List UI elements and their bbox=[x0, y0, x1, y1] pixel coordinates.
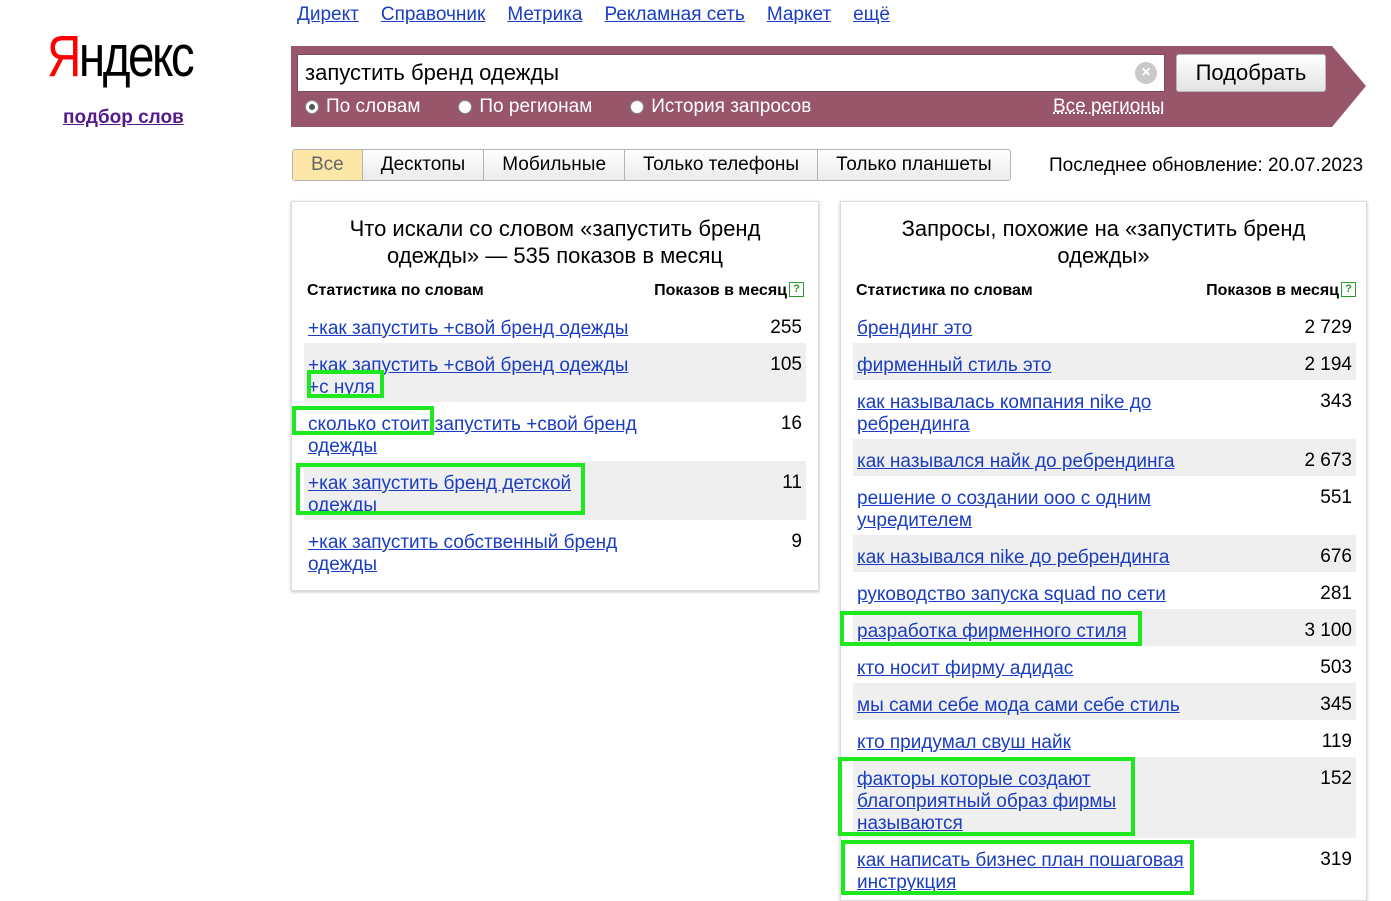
nav-more[interactable]: ещё bbox=[853, 4, 890, 26]
clear-icon[interactable]: × bbox=[1135, 62, 1157, 84]
right-col-count-label: Показов в месяц bbox=[1206, 282, 1339, 299]
count-value: 676 bbox=[1320, 546, 1352, 567]
right-col-count-header: Показов в месяц? bbox=[1206, 282, 1356, 300]
count-value: 9 bbox=[791, 531, 802, 552]
table-row: мы сами себе мода сами себе стиль 345 bbox=[853, 683, 1356, 720]
submit-button[interactable]: Подобрать bbox=[1176, 54, 1326, 92]
radio-by-words[interactable]: По словам bbox=[305, 96, 420, 118]
radio-icon bbox=[458, 100, 473, 114]
table-row: как называлась компания nike до ребренди… bbox=[853, 380, 1356, 439]
keyword-link[interactable]: как назывался найк до ребрендинга bbox=[857, 451, 1197, 473]
nav-ad-network[interactable]: Рекламная сеть bbox=[605, 4, 745, 26]
highlight-box bbox=[838, 757, 1135, 836]
keyword-link[interactable]: кто носит фирму адидас bbox=[857, 658, 1197, 680]
left-panel-title: Что искали со словом «запустить бренд од… bbox=[349, 216, 761, 268]
keyword-link[interactable]: фирменный стиль это bbox=[857, 355, 1197, 377]
count-value: 11 bbox=[782, 472, 802, 493]
table-row: кто носит фирму адидас 503 bbox=[853, 646, 1356, 683]
keyword-link[interactable]: брендинг это bbox=[857, 318, 1197, 340]
count-value: 255 bbox=[770, 317, 802, 338]
search-query-text[interactable]: запустить бренд одежды bbox=[305, 60, 559, 86]
right-panel-title: Запросы, похожие на «запустить бренд оде… bbox=[901, 216, 1306, 268]
left-col-count-label: Показов в месяц bbox=[654, 282, 787, 299]
radio-icon bbox=[630, 100, 645, 114]
highlight-box bbox=[840, 611, 1142, 646]
keyword-link[interactable]: решение о создании ооо с одним учредител… bbox=[857, 488, 1177, 532]
table-row: как назывался найк до ребрендинга 2 673 bbox=[853, 439, 1356, 476]
count-value: 2 194 bbox=[1304, 354, 1352, 375]
device-tabs: Все Десктопы Мобильные Только телефоны Т… bbox=[292, 149, 1011, 181]
all-regions-link[interactable]: Все регионы bbox=[1053, 96, 1164, 118]
wordstat-subtitle-link[interactable]: подбор слов bbox=[63, 107, 184, 129]
left-col-count-header: Показов в месяц? bbox=[654, 282, 804, 300]
tab-tablets-only[interactable]: Только планшеты bbox=[817, 150, 1010, 180]
nav-help[interactable]: Справочник bbox=[381, 4, 486, 26]
radio-selected-icon bbox=[305, 100, 319, 114]
radio-label: История запросов bbox=[651, 96, 812, 117]
keyword-link[interactable]: +как запустить +свой бренд одежды bbox=[308, 318, 648, 340]
tab-all[interactable]: Все bbox=[293, 150, 362, 180]
nav-direct[interactable]: Директ bbox=[297, 4, 359, 26]
table-row: +как запустить собственный бренд одежды … bbox=[304, 520, 806, 579]
yandex-logo[interactable]: Яндекс bbox=[47, 28, 195, 86]
count-value: 345 bbox=[1320, 694, 1352, 715]
table-row: решение о создании ооо с одним учредител… bbox=[853, 476, 1356, 535]
search-mode-radios: По словам По регионам История запросов bbox=[305, 96, 849, 118]
highlight-box bbox=[296, 463, 585, 515]
nav-market[interactable]: Маркет bbox=[767, 4, 831, 26]
radio-history[interactable]: История запросов bbox=[630, 96, 811, 118]
radio-by-regions[interactable]: По регионам bbox=[458, 96, 592, 118]
count-value: 105 bbox=[770, 354, 802, 375]
nav-metrika[interactable]: Метрика bbox=[507, 4, 582, 26]
left-col-keyword-header: Статистика по словам bbox=[307, 282, 484, 299]
count-value: 503 bbox=[1320, 657, 1352, 678]
count-value: 2 729 bbox=[1304, 317, 1352, 338]
table-row: брендинг это 2 729 bbox=[853, 306, 1356, 343]
keyword-link[interactable]: как назывался nike до ребрендинга bbox=[857, 547, 1197, 569]
right-col-keyword-header: Статистика по словам bbox=[856, 282, 1033, 299]
highlight-box bbox=[841, 840, 1194, 895]
tab-phones-only[interactable]: Только телефоны bbox=[624, 150, 817, 180]
last-update-text: Последнее обновление: 20.07.2023 bbox=[1049, 155, 1364, 176]
table-row: +как запустить +свой бренд одежды 255 bbox=[304, 306, 806, 343]
count-value: 551 bbox=[1320, 487, 1352, 508]
keyword-link[interactable]: руководство запуска squad по сети bbox=[857, 584, 1197, 606]
radio-label: По словам bbox=[326, 96, 421, 117]
count-value: 343 bbox=[1320, 391, 1352, 412]
count-value: 16 bbox=[780, 413, 802, 434]
top-nav: Директ Справочник Метрика Рекламная сеть… bbox=[297, 4, 890, 26]
help-icon[interactable]: ? bbox=[1341, 282, 1356, 297]
highlight-box bbox=[307, 370, 384, 398]
keyword-link[interactable]: кто придумал свуш найк bbox=[857, 732, 1197, 754]
count-value: 319 bbox=[1320, 849, 1352, 870]
count-value: 3 100 bbox=[1304, 620, 1352, 641]
help-icon[interactable]: ? bbox=[789, 282, 804, 297]
tab-mobile[interactable]: Мобильные bbox=[483, 150, 624, 180]
count-value: 2 673 bbox=[1304, 450, 1352, 471]
highlight-box bbox=[292, 406, 434, 435]
radio-label: По регионам bbox=[479, 96, 593, 117]
search-band-arrow bbox=[1332, 46, 1366, 127]
count-value: 281 bbox=[1320, 583, 1352, 604]
count-value: 152 bbox=[1320, 768, 1352, 789]
table-row: как назывался nike до ребрендинга 676 bbox=[853, 535, 1356, 572]
logo-first-letter: Я bbox=[47, 24, 81, 89]
table-row: фирменный стиль это 2 194 bbox=[853, 343, 1356, 380]
table-row: кто придумал свуш найк 119 bbox=[853, 720, 1356, 757]
table-row: руководство запуска squad по сети 281 bbox=[853, 572, 1356, 609]
count-value: 119 bbox=[1321, 731, 1352, 752]
keyword-link[interactable]: мы сами себе мода сами себе стиль bbox=[857, 695, 1197, 717]
logo-rest: ндекс bbox=[78, 24, 195, 89]
tab-desktops[interactable]: Десктопы bbox=[361, 150, 483, 180]
keyword-link[interactable]: как называлась компания nike до ребренди… bbox=[857, 392, 1177, 436]
keyword-link[interactable]: +как запустить собственный бренд одежды bbox=[308, 532, 638, 576]
